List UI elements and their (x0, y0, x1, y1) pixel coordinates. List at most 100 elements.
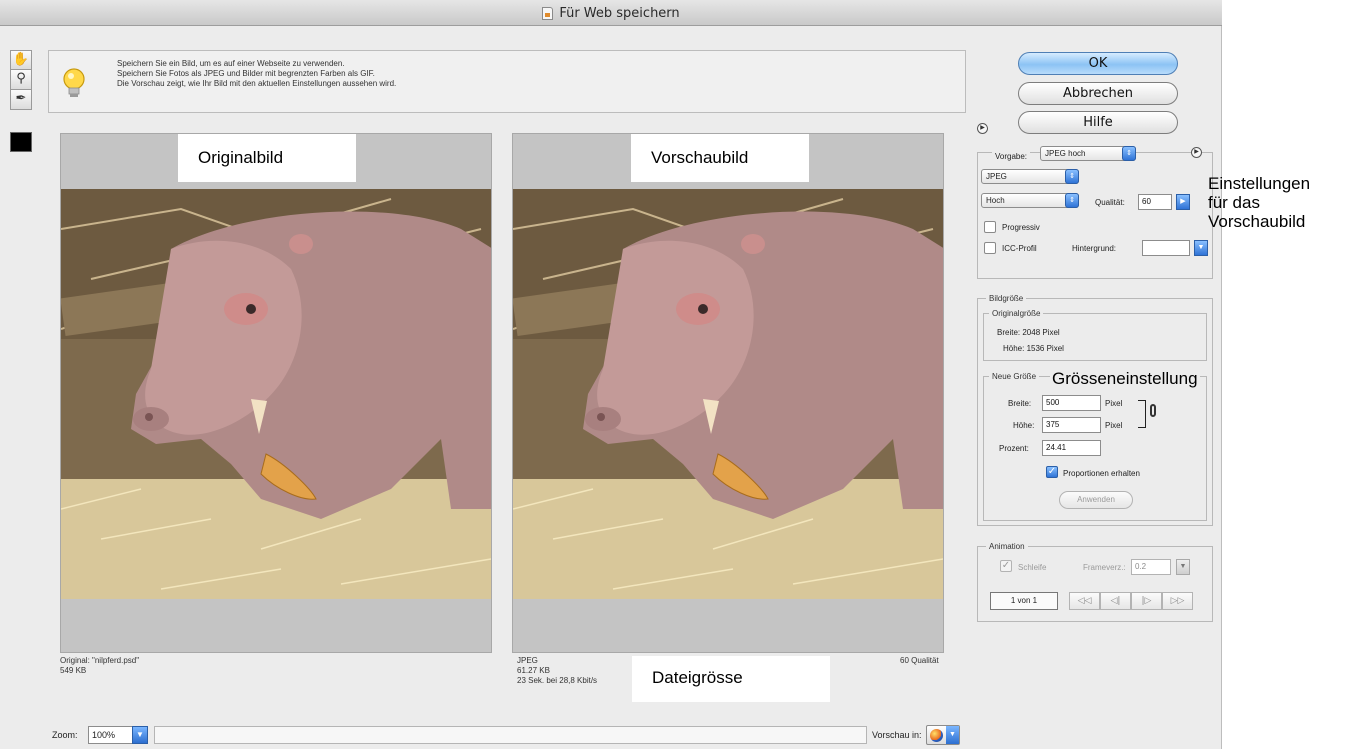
preview-image-caption: Vorschaubild (631, 134, 809, 182)
settings-callout: Einstellungen für das Vorschaubild (1208, 174, 1310, 231)
width-unit: Pixel (1105, 399, 1123, 408)
preview-in-browser-button[interactable]: ▼ (926, 725, 960, 745)
frame-counter: 1 von 1 (990, 592, 1058, 610)
zoom-tool-icon[interactable]: ⚲ (10, 70, 32, 90)
settings-group: Vorgabe: JPEG hoch ⇕ ▶ JPEG ⇕ Hoch ⇕ Qua… (977, 146, 1213, 279)
settings-callout-line: für das (1208, 193, 1260, 212)
icc-profile-checkbox[interactable] (984, 242, 996, 254)
tip-line: Speichern Sie ein Bild, um es auf einer … (117, 59, 345, 68)
tip-panel: Speichern Sie ein Bild, um es auf einer … (48, 50, 966, 113)
link-bracket (1138, 400, 1146, 428)
eyedropper-tool-icon[interactable]: ✒ (10, 90, 32, 110)
preview-file-size: 61.27 KB (517, 666, 550, 675)
original-file-size: 549 KB (60, 666, 87, 675)
chevron-updown-icon: ⇕ (1065, 193, 1079, 208)
previous-frame-button[interactable]: ◁| (1100, 592, 1131, 610)
cancel-button[interactable]: Abbrechen (1018, 82, 1178, 105)
quality-slider-arrow-icon[interactable]: ▶ (1176, 194, 1190, 210)
original-image-caption: Originalbild (178, 134, 356, 182)
quality-field[interactable]: 60 (1138, 194, 1172, 210)
first-frame-button[interactable]: ◁◁ (1069, 592, 1100, 610)
browser-globe-icon (930, 729, 943, 742)
constrain-proportions-checkbox[interactable]: ✓ (1046, 466, 1058, 478)
image-size-group: Bildgröße Originalgröße Breite: 2048 Pix… (977, 294, 1213, 526)
frame-delay-label: Frameverz.: (1083, 563, 1126, 572)
chain-link-icon[interactable] (1150, 404, 1156, 417)
zoom-value: 100% (92, 730, 116, 740)
animation-label: Animation (986, 542, 1028, 552)
preset-value: JPEG hoch (1045, 149, 1086, 158)
window-title: Für Web speichern (559, 5, 680, 21)
preset-label: Vorgabe: (992, 152, 1031, 162)
preview-download-time: 23 Sek. bei 28,8 Kbit/s (517, 676, 598, 685)
lightbulb-icon (63, 68, 85, 97)
preset-select[interactable]: JPEG hoch ⇕ (1040, 146, 1136, 161)
tip-line: Die Vorschau zeigt, wie Ihr Bild mit den… (117, 79, 397, 88)
optimize-menu-icon[interactable]: ▶ (977, 123, 988, 134)
quality-label: Qualität: (1095, 198, 1125, 207)
frame-delay-field[interactable]: 0.2 (1131, 559, 1171, 575)
hippo-photo-original (61, 189, 491, 599)
settings-menu-icon[interactable]: ▶ (1191, 147, 1202, 158)
format-value: JPEG (986, 172, 1007, 181)
new-height-field[interactable]: 375 (1042, 417, 1101, 433)
loop-checkbox[interactable]: ✓ (1000, 560, 1012, 572)
settings-callout-line: Vorschaubild (1208, 212, 1306, 231)
ok-button[interactable]: OK (1018, 52, 1178, 75)
progressive-checkbox[interactable] (984, 221, 996, 233)
save-for-web-dialog: Für Web speichern ✋ ⚲ ✒ Speichern Sie ei… (0, 0, 1222, 749)
new-width-label: Breite: (1008, 399, 1032, 408)
chevron-down-icon: ▼ (946, 726, 959, 744)
status-field (154, 726, 867, 744)
chevron-down-icon[interactable]: ▼ (1176, 559, 1190, 575)
tip-line: Speichern Sie Fotos als JPEG und Bilder … (117, 69, 375, 78)
preview-format: JPEG (517, 656, 538, 665)
format-select[interactable]: JPEG ⇕ (981, 169, 1079, 184)
original-size-label: Originalgröße (989, 309, 1044, 319)
icc-profile-label: ICC-Profil (1002, 244, 1037, 253)
settings-callout-line: Einstellungen (1208, 174, 1311, 193)
compression-select[interactable]: Hoch ⇕ (981, 193, 1079, 208)
height-unit: Pixel (1105, 421, 1123, 430)
tool-palette: ✋ ⚲ ✒ (10, 50, 32, 110)
new-width-field[interactable]: 500 (1042, 395, 1101, 411)
new-size-label: Neue Größe (989, 372, 1040, 382)
original-size-group: Originalgröße Breite: 2048 Pixel Höhe: 1… (983, 309, 1207, 361)
new-size-group: Neue Größe Breite: 500 Pixel Höhe: 375 P… (983, 372, 1207, 521)
compression-value: Hoch (986, 196, 1005, 205)
percent-label: Prozent: (999, 444, 1029, 453)
chevron-down-icon[interactable]: ▼ (1194, 240, 1208, 256)
next-frame-button[interactable]: |▷ (1131, 592, 1162, 610)
last-frame-button[interactable]: ▷▷ (1162, 592, 1193, 610)
size-callout: Grösseneinstellung (1050, 369, 1200, 388)
original-width: Breite: 2048 Pixel (997, 328, 1060, 337)
zoom-select[interactable]: 100% ▼ (88, 726, 148, 744)
preview-image-pane[interactable]: Vorschaubild (512, 133, 944, 653)
tip-text: Speichern Sie ein Bild, um es auf einer … (117, 59, 396, 89)
preview-in-label: Vorschau in: (872, 730, 922, 740)
color-swatch[interactable] (10, 132, 32, 152)
zoom-label: Zoom: (52, 730, 78, 740)
apply-button[interactable]: Anwenden (1059, 491, 1133, 509)
file-size-callout: Dateigrösse (632, 656, 830, 702)
original-file-name: Original: "nilpferd.psd" (60, 656, 140, 665)
image-size-label: Bildgröße (986, 294, 1027, 304)
chevron-down-icon: ▼ (132, 726, 148, 744)
original-info: Original: "nilpferd.psd" 549 KB (60, 656, 139, 676)
hippo-photo-preview (513, 189, 943, 599)
animation-group: Animation ✓ Schleife Frameverz.: 0.2 ▼ 1… (977, 542, 1213, 622)
percent-field[interactable]: 24.41 (1042, 440, 1101, 456)
background-field[interactable] (1142, 240, 1190, 256)
hand-tool-icon[interactable]: ✋ (10, 50, 32, 70)
progressive-label: Progressiv (1002, 223, 1040, 232)
new-height-label: Höhe: (1013, 421, 1035, 430)
loop-label: Schleife (1018, 563, 1047, 572)
document-icon (542, 6, 554, 20)
help-button[interactable]: Hilfe (1018, 111, 1178, 134)
preview-quality-info: 60 Qualität (900, 656, 939, 665)
chevron-updown-icon: ⇕ (1122, 146, 1136, 161)
zoom-bar: Zoom: 100% ▼ Vorschau in: ▼ (0, 722, 1222, 749)
constrain-proportions-label: Proportionen erhalten (1063, 469, 1140, 478)
original-image-pane[interactable]: Originalbild (60, 133, 492, 653)
chevron-updown-icon: ⇕ (1065, 169, 1079, 184)
